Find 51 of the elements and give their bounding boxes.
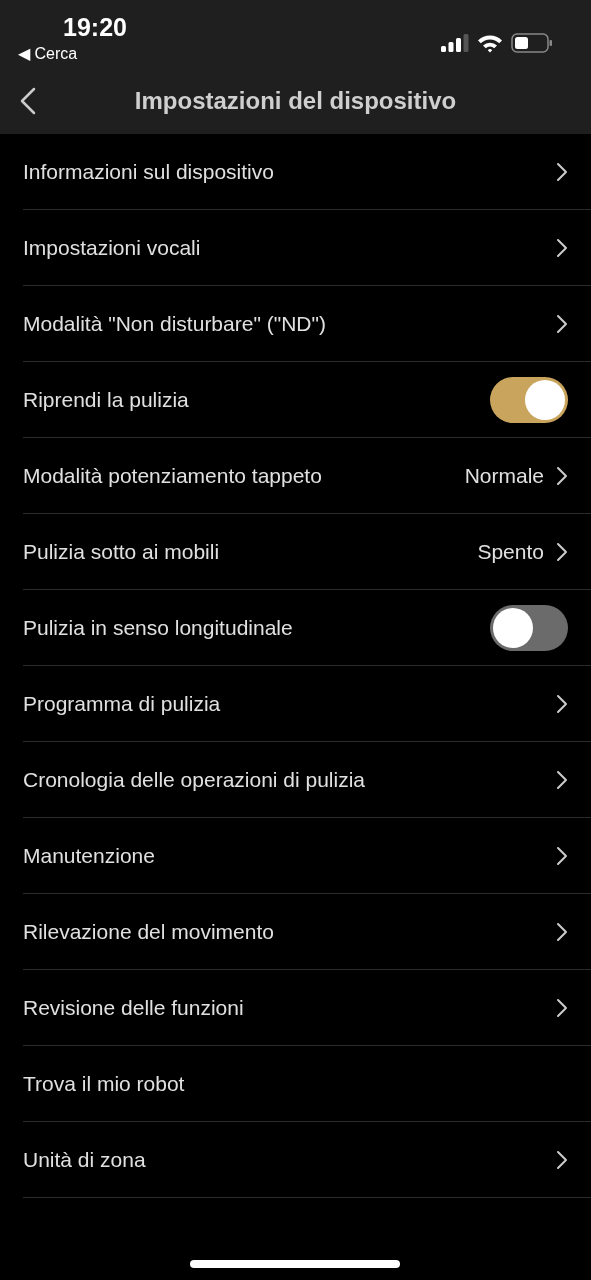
settings-row[interactable]: Manutenzione (23, 818, 591, 894)
signal-icon (441, 34, 469, 52)
chevron-icon (556, 693, 568, 714)
settings-row[interactable]: Rilevazione del movimento (23, 894, 591, 970)
wifi-icon (477, 33, 503, 53)
row-label: Unità di zona (23, 1147, 147, 1172)
chevron-icon (556, 997, 568, 1018)
back-button[interactable] (20, 87, 36, 115)
chevron-icon (556, 921, 568, 942)
settings-row[interactable]: Trova il mio robot (23, 1046, 591, 1122)
row-label: Cronologia delle operazioni di pulizia (23, 767, 367, 792)
back-to-app-link[interactable]: ◀ Cerca (18, 44, 127, 63)
row-label: Modalità potenziamento tappeto (23, 463, 323, 488)
settings-row[interactable]: Modalità "Non disturbare" ("ND") (23, 286, 591, 362)
back-chevron-icon (20, 87, 36, 115)
chevron-icon (556, 313, 568, 334)
row-value: Spento (477, 539, 544, 564)
chevron-icon (556, 769, 568, 790)
chevron-icon (556, 161, 568, 182)
row-label: Riprendi la pulizia (23, 387, 190, 412)
chevron-icon (556, 237, 568, 258)
row-label: Modalità "Non disturbare" ("ND") (23, 311, 327, 336)
row-label: Informazioni sul dispositivo (23, 159, 275, 184)
toggle-switch[interactable] (490, 376, 568, 423)
battery-icon (511, 33, 553, 53)
settings-row[interactable]: Riprendi la pulizia (23, 362, 591, 438)
row-value: Normale (464, 463, 544, 488)
screen-title: Impostazioni del dispositivo (134, 87, 457, 115)
settings-row[interactable]: Revisione delle funzioni (23, 970, 591, 1046)
chevron-icon (556, 541, 568, 562)
row-label: Trova il mio robot (23, 1071, 186, 1096)
toggle-switch[interactable] (490, 604, 568, 651)
row-label: Impostazioni vocali (23, 235, 202, 260)
settings-row[interactable]: Unità di zona (23, 1122, 591, 1198)
settings-row[interactable]: Informazioni sul dispositivo (23, 134, 591, 210)
settings-row[interactable]: Impostazioni vocali (23, 210, 591, 286)
chevron-icon (556, 1149, 568, 1170)
row-label: Programma di pulizia (23, 691, 222, 716)
settings-row[interactable]: Pulizia in senso longitudinale (23, 590, 591, 666)
chevron-icon (556, 845, 568, 866)
row-label: Pulizia sotto ai mobili (23, 539, 221, 564)
settings-row[interactable]: Modalità potenziamento tappeto Normale (23, 438, 591, 514)
status-time: 19:20 (63, 12, 127, 42)
row-label: Rilevazione del movimento (23, 919, 275, 944)
row-label: Pulizia in senso longitudinale (23, 615, 294, 640)
chevron-icon (556, 465, 568, 486)
settings-row[interactable]: Cronologia delle operazioni di pulizia (23, 742, 591, 818)
settings-row[interactable]: Pulizia sotto ai mobili Spento (23, 514, 591, 590)
row-label: Revisione delle funzioni (23, 995, 245, 1020)
row-label: Manutenzione (23, 843, 156, 868)
settings-row[interactable]: Programma di pulizia (23, 666, 591, 742)
